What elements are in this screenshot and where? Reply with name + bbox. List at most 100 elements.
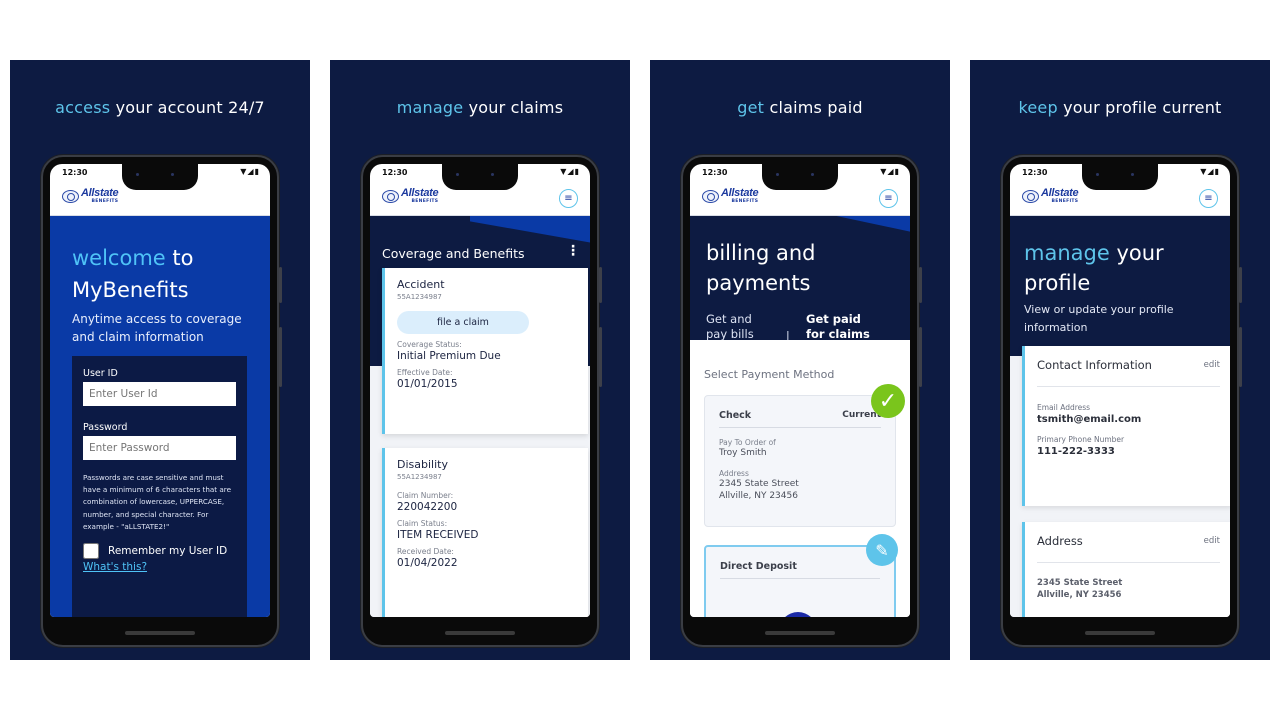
pay-to-label: Pay To Order of [719, 438, 776, 447]
password-label: Password [83, 422, 128, 433]
allstate-hands-icon [1022, 189, 1039, 203]
logo-subtitle: BENEFITS [1051, 199, 1079, 204]
logo-subtitle: BENEFITS [411, 199, 439, 204]
tab-get-and-pay-bills[interactable]: Get and pay bills [706, 312, 754, 340]
select-payment-method-label: Select Payment Method [704, 368, 835, 381]
user-id-input[interactable] [83, 382, 236, 406]
phone-volume-button [919, 327, 922, 387]
allstate-logo[interactable]: Allstate BENEFITS [702, 188, 759, 205]
card-title: Contact Information [1037, 358, 1152, 372]
effective-date-value: 01/01/2015 [397, 378, 458, 390]
remember-user-id-checkbox[interactable] [83, 543, 99, 560]
payment-method-check[interactable]: Check Current Pay To Order of Troy Smith … [704, 395, 896, 527]
user-id-label: User ID [83, 368, 118, 379]
promo-panel-keep-profile-current: keep your profile current 12:30 ▼◢▮ Alls… [970, 60, 1270, 660]
phone-volume-button [1239, 327, 1242, 387]
edit-address-link[interactable]: edit [1204, 536, 1220, 546]
login-section: welcome to MyBenefits Anytime access to c… [50, 216, 270, 617]
allstate-logo[interactable]: Allstate BENEFITS [62, 187, 119, 205]
password-help-text: Passwords are case sensitive and must ha… [83, 473, 232, 531]
address-card: Address edit 2345 State Street Allville, … [1022, 522, 1230, 617]
card-title: Disability [397, 458, 448, 471]
address-lines: 2345 State Street Allville, NY 23456 [1037, 578, 1123, 600]
remember-user-id-row: Remember my User ID [83, 543, 236, 560]
phone-mockup: 12:30 ▼◢▮ Allstate BENEFITS welcome to MyB… [41, 155, 282, 647]
status-time: 12:30 [702, 168, 728, 177]
field-label: Coverage Status: [397, 340, 462, 349]
allstate-logo[interactable]: Allstate BENEFITS [1022, 187, 1079, 205]
method-title: Check [719, 410, 752, 421]
coverage-title: Coverage and Benefits [382, 246, 525, 261]
phone-mockup: 12:30 ▼◢▮ Allstate BENEFITS ≡ Coverage an… [361, 155, 602, 647]
panel-heading: get claims paid [737, 98, 863, 117]
coverage-status-value: Initial Premium Due [397, 350, 501, 362]
home-indicator [445, 631, 515, 635]
claim-number-value: 220042200 [397, 501, 458, 513]
password-input[interactable] [83, 436, 236, 460]
panel-heading: access your account 24/7 [55, 98, 265, 117]
whats-this-link[interactable]: What's this? [83, 561, 236, 573]
home-indicator [125, 631, 195, 635]
address-line1: 2345 State Street [719, 479, 799, 489]
logo-subtitle: BENEFITS [731, 199, 759, 204]
pay-to-value: Troy Smith [719, 448, 767, 458]
received-date-value: 01/04/2022 [397, 557, 458, 569]
hamburger-menu-icon[interactable]: ≡ [879, 189, 898, 208]
pencil-edit-icon[interactable]: ✎ [866, 534, 898, 566]
card-title: Accident [397, 278, 445, 291]
signal-battery-icons: ▼◢▮ [560, 167, 580, 176]
hamburger-menu-icon[interactable]: ≡ [559, 189, 578, 208]
phone-mockup: 12:30 ▼◢▮ Allstate BENEFITS ≡ billing and… [681, 155, 922, 647]
method-title: Direct Deposit [720, 561, 797, 572]
logo-wordmark: Allstate [1041, 187, 1079, 199]
allstate-hands-icon [62, 189, 79, 203]
phone-power-button [1239, 267, 1242, 303]
claim-status-value: ITEM RECEIVED [397, 529, 479, 541]
signal-battery-icons: ▼◢▮ [240, 167, 260, 176]
more-options-icon[interactable]: ⋮ [566, 244, 580, 258]
allstate-logo[interactable]: Allstate BENEFITS [382, 188, 439, 205]
card-title: Address [1037, 534, 1083, 548]
phone-screen: 12:30 ▼◢▮ Allstate BENEFITS ≡ billing and… [690, 164, 910, 617]
panel-heading: keep your profile current [1018, 98, 1222, 117]
profile-section: manage your profile View or update your p… [1010, 216, 1230, 617]
home-indicator [1085, 631, 1155, 635]
coverage-card-accident[interactable]: Accident 55A1234987 file a claim Coverag… [382, 268, 588, 434]
address-line2: Allville, NY 23456 [719, 491, 798, 501]
phone-mockup: 12:30 ▼◢▮ Allstate BENEFITS ≡ manage your… [1001, 155, 1242, 647]
billing-section: billing and payments Get and pay bills | G… [690, 216, 910, 617]
signal-battery-icons: ▼◢▮ [1200, 167, 1220, 176]
allstate-hands-icon [702, 189, 719, 203]
phone-screen: 12:30 ▼◢▮ Allstate BENEFITS welcome to MyB… [50, 164, 270, 617]
panel-heading: manage your claims [396, 98, 564, 117]
hamburger-menu-icon[interactable]: ≡ [1199, 189, 1218, 208]
phone-notch [1082, 164, 1158, 190]
address-label: Address [719, 469, 749, 478]
email-value: tsmith@email.com [1037, 414, 1142, 425]
file-claim-button[interactable]: file a claim [397, 311, 529, 334]
remember-user-id-label: Remember my User ID [108, 545, 228, 558]
tab-get-paid-for-claims[interactable]: Get paid for claims [806, 312, 870, 340]
policy-id: 55A1234987 [397, 473, 442, 481]
email-label: Email Address [1037, 403, 1091, 412]
home-indicator [765, 631, 835, 635]
welcome-title: welcome to MyBenefits [72, 246, 194, 302]
field-label: Received Date: [397, 547, 454, 556]
login-form: User ID Password Passwords are case sens… [72, 356, 247, 617]
policy-id: 55A1234987 [397, 293, 442, 301]
contact-information-card: Contact Information edit Email Address t… [1022, 346, 1230, 506]
phone-screen: 12:30 ▼◢▮ Allstate BENEFITS ≡ Coverage an… [370, 164, 590, 617]
edit-contact-link[interactable]: edit [1204, 360, 1220, 370]
phone-value: 111-222-3333 [1037, 446, 1115, 457]
profile-subtitle: View or update your profile information [1024, 303, 1174, 334]
logo-wordmark: Allstate [81, 187, 119, 199]
checkmark-icon: ✓ [871, 384, 905, 418]
phone-power-button [599, 267, 602, 303]
phone-notch [762, 164, 838, 190]
billing-hero: billing and payments Get and pay bills | G… [690, 216, 910, 340]
phone-notch [442, 164, 518, 190]
coverage-card-disability[interactable]: Disability 55A1234987 Claim Number: 2200… [382, 448, 588, 617]
phone-screen: 12:30 ▼◢▮ Allstate BENEFITS ≡ manage your… [1010, 164, 1230, 617]
field-label: Claim Status: [397, 519, 448, 528]
logo-subtitle: BENEFITS [91, 199, 119, 204]
